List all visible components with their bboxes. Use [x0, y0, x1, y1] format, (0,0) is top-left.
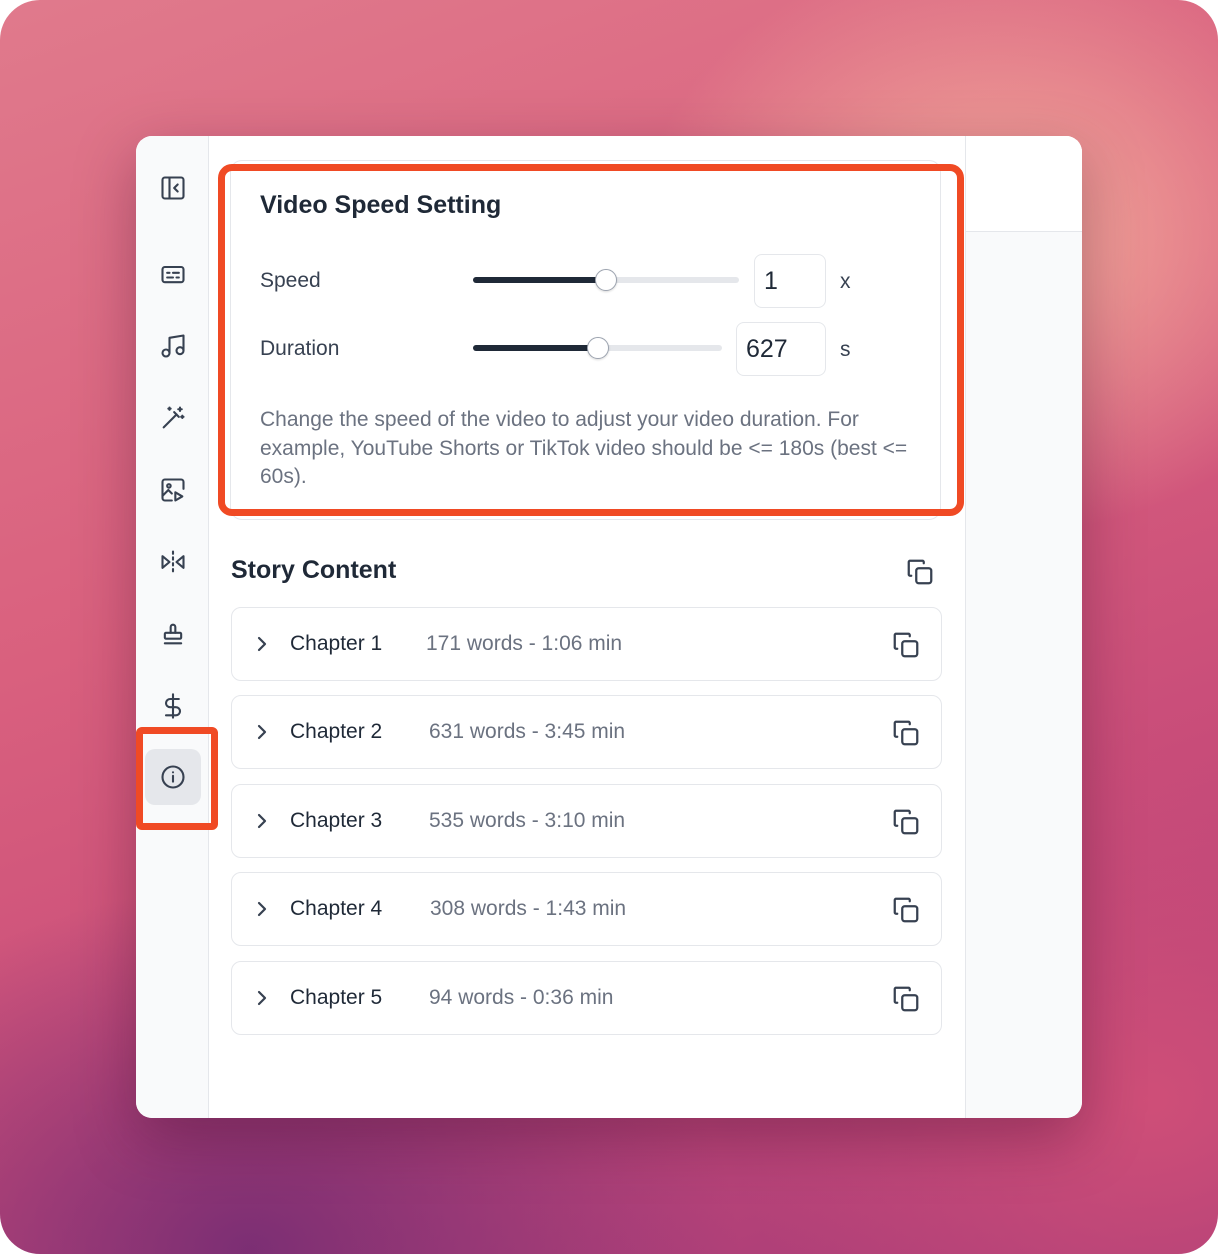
flip-horizontal-icon — [161, 550, 185, 573]
chapter-row[interactable]: Chapter 1 171 words - 1:06 min — [231, 607, 942, 681]
pricing-button[interactable] — [145, 678, 201, 734]
dollar-icon — [164, 693, 182, 719]
chapter-title: Chapter 5 — [290, 986, 383, 1009]
copy-chapter-button[interactable] — [888, 804, 924, 840]
chapter-meta: 171 words - 1:06 min — [426, 632, 623, 655]
speed-label: Speed — [260, 269, 321, 292]
speed-slider[interactable] — [473, 269, 739, 291]
story-content-title: Story Content — [231, 556, 397, 584]
chevron-right-icon[interactable] — [252, 720, 272, 744]
chapter-meta: 308 words - 1:43 min — [430, 897, 627, 920]
flip-button[interactable] — [145, 534, 201, 590]
stamp-button[interactable] — [145, 606, 201, 662]
copy-icon — [893, 720, 919, 746]
image-video-icon — [161, 478, 185, 502]
media-button[interactable] — [145, 462, 201, 518]
copy-icon — [893, 897, 919, 923]
right-panel — [965, 136, 1082, 1118]
speed-unit: x — [840, 270, 851, 293]
panel-collapse-icon — [161, 176, 185, 200]
music-button[interactable] — [145, 318, 201, 374]
duration-slider-fill — [473, 345, 598, 351]
chapter-meta: 535 words - 3:10 min — [429, 809, 626, 832]
copy-icon — [893, 632, 919, 658]
chapter-title: Chapter 4 — [290, 897, 383, 920]
copy-icon — [893, 986, 919, 1012]
magic-button[interactable] — [145, 390, 201, 446]
copy-chapter-button[interactable] — [888, 715, 924, 751]
chapter-title: Chapter 1 — [290, 632, 383, 655]
chapter-title: Chapter 3 — [290, 809, 383, 832]
chevron-right-icon[interactable] — [252, 897, 272, 921]
copy-all-button[interactable] — [902, 554, 938, 590]
speed-slider-thumb[interactable] — [595, 269, 617, 291]
app-window: Video Speed Setting Speed x Duration s C… — [136, 136, 1082, 1118]
chapter-row[interactable]: Chapter 3 535 words - 3:10 min — [231, 784, 942, 858]
chevron-right-icon[interactable] — [252, 809, 272, 833]
copy-chapter-button[interactable] — [888, 981, 924, 1017]
copy-icon — [893, 809, 919, 835]
speed-help-text: Change the speed of the video to adjust … — [260, 408, 908, 488]
chevron-right-icon[interactable] — [252, 986, 272, 1010]
info-button[interactable] — [145, 749, 201, 805]
speed-input[interactable] — [754, 254, 826, 308]
chapter-title: Chapter 2 — [290, 720, 383, 743]
video-speed-title: Video Speed Setting — [260, 191, 502, 219]
sidebar — [136, 136, 209, 1118]
chevron-right-icon[interactable] — [252, 632, 272, 656]
duration-label: Duration — [260, 337, 340, 360]
stamp-icon — [163, 623, 183, 645]
chapter-meta: 631 words - 3:45 min — [429, 720, 626, 743]
duration-input[interactable] — [736, 322, 826, 376]
info-icon — [161, 765, 185, 789]
panel-collapse-button[interactable] — [145, 160, 201, 216]
magic-wand-icon — [162, 406, 185, 429]
duration-unit: s — [840, 338, 851, 361]
speed-slider-fill — [473, 277, 606, 283]
right-panel-header — [966, 136, 1082, 232]
copy-chapter-button[interactable] — [888, 892, 924, 928]
copy-icon — [907, 559, 933, 585]
music-note-icon — [161, 334, 185, 358]
chapter-row[interactable]: Chapter 4 308 words - 1:43 min — [231, 872, 942, 946]
subtitles-button[interactable] — [145, 246, 201, 302]
chapter-row[interactable]: Chapter 5 94 words - 0:36 min — [231, 961, 942, 1035]
chapter-row[interactable]: Chapter 2 631 words - 3:45 min — [231, 695, 942, 769]
duration-slider[interactable] — [473, 337, 722, 359]
duration-slider-thumb[interactable] — [586, 337, 609, 359]
subtitles-icon — [161, 265, 185, 284]
copy-chapter-button[interactable] — [888, 627, 924, 663]
chapter-meta: 94 words - 0:36 min — [429, 986, 614, 1009]
